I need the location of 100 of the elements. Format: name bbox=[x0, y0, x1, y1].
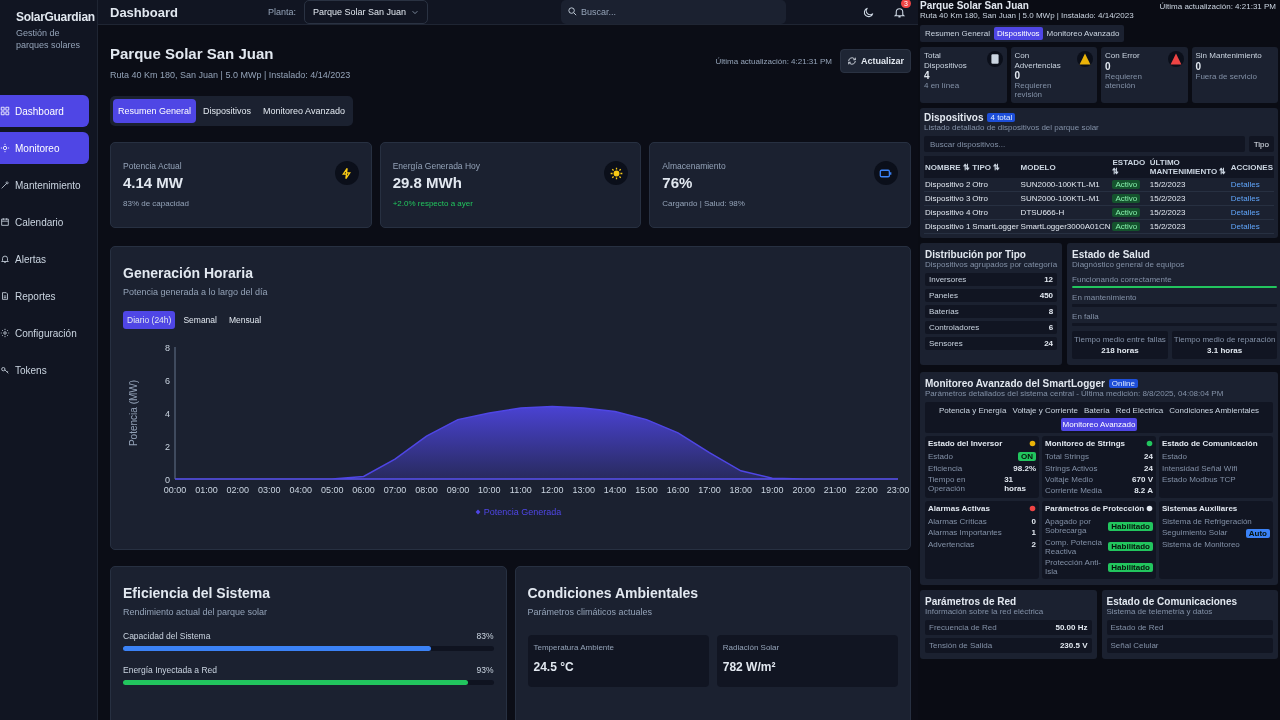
panel-title: Estado de Comunicación bbox=[1162, 439, 1258, 449]
period-tab[interactable]: Semanal bbox=[179, 311, 221, 329]
axis-tick: 14:00 bbox=[603, 485, 627, 495]
status-badge: Activo bbox=[1112, 208, 1141, 218]
card-subtitle: Potencia generada a lo largo del día bbox=[123, 287, 269, 297]
category-label: Baterías bbox=[929, 306, 959, 317]
tab[interactable]: Dispositivos bbox=[993, 27, 1043, 41]
axis-tick: 15:00 bbox=[635, 485, 658, 495]
tab[interactable]: Condiciones Ambientales bbox=[1167, 404, 1262, 418]
axis-title: Potencia (MW) bbox=[128, 379, 139, 447]
sidebar-item[interactable]: Monitoreo bbox=[0, 132, 89, 164]
details-link[interactable]: Detalles bbox=[1230, 194, 1260, 204]
bell-icon[interactable] bbox=[893, 5, 906, 19]
card-title: Dispositivos bbox=[924, 112, 984, 124]
metric-label: Estado bbox=[928, 452, 953, 462]
table-cell: SmartLogger3000A01CN bbox=[1019, 219, 1112, 234]
tab[interactable]: Red Eléctrica bbox=[1113, 404, 1166, 418]
metric-label: Advertencias bbox=[928, 539, 975, 549]
table-cell: Dispositivo 3 bbox=[924, 191, 972, 206]
kpi-label: Almacenamiento bbox=[662, 161, 727, 171]
card-title: Estado de Salud bbox=[1072, 249, 1151, 261]
status-badge: Auto bbox=[1245, 528, 1270, 538]
axis-tick: 22:00 bbox=[855, 485, 878, 495]
metric-value: 670 V bbox=[1132, 474, 1153, 484]
chevron-icon bbox=[411, 8, 420, 16]
search-field[interactable]: Buscar... bbox=[561, 0, 787, 24]
card-title: Distribución por Tipo bbox=[925, 249, 1027, 261]
card-title: Generación Horaria bbox=[123, 265, 254, 281]
details-link[interactable]: Detalles bbox=[1230, 180, 1260, 190]
card-subtitle: Parámetros climáticos actuales bbox=[527, 607, 654, 617]
axis-tick: 0 bbox=[165, 475, 170, 485]
nav-icon bbox=[0, 328, 10, 338]
table-cell: Dispositivo 4 bbox=[924, 205, 972, 220]
tab[interactable]: Dispositivos bbox=[198, 99, 257, 123]
table-cell: DTSU666-H bbox=[1019, 205, 1112, 220]
period-tab[interactable]: Mensual bbox=[224, 311, 266, 329]
tab[interactable]: Monitoreo Avanzado bbox=[1043, 27, 1123, 41]
column-header: ESTADO ⇅ bbox=[1111, 156, 1149, 179]
axis-tick: 17:00 bbox=[698, 485, 721, 495]
stat-value: 0 bbox=[1105, 60, 1112, 72]
sidebar-item[interactable]: Alertas bbox=[0, 243, 89, 275]
moon-icon[interactable] bbox=[862, 5, 875, 19]
status-badge: Habilitado bbox=[1108, 542, 1153, 552]
tab[interactable]: Monitoreo Avanzado bbox=[1060, 418, 1138, 432]
tab[interactable]: Voltaje y Corriente bbox=[1010, 404, 1080, 418]
axis-tick: 03:00 bbox=[258, 485, 281, 495]
category-count: 12 bbox=[1044, 274, 1054, 284]
stat-note: Requieren atención bbox=[1105, 71, 1143, 90]
sidebar-item[interactable]: Dashboard bbox=[0, 95, 89, 127]
details-link[interactable]: Detalles bbox=[1230, 222, 1260, 232]
tab[interactable]: Batería bbox=[1081, 404, 1112, 418]
tab[interactable]: Monitoreo Avanzado bbox=[258, 99, 350, 123]
axis-tick: 16:00 bbox=[666, 485, 690, 495]
sidebar-item[interactable]: Calendario bbox=[0, 206, 89, 238]
table-cell: Dispositivo 2 bbox=[924, 178, 972, 192]
metric-label: Estado Modbus TCP bbox=[1162, 474, 1236, 484]
period-tab[interactable]: Diario (24h) bbox=[123, 311, 176, 329]
stat-label: Sin Mantenimiento bbox=[1195, 51, 1262, 61]
metric-value: 24 bbox=[1144, 452, 1153, 462]
metric-label: Apagado por Sobrecarga bbox=[1045, 517, 1092, 536]
metric-reading: 93% bbox=[476, 665, 494, 675]
health-label: En falla bbox=[1072, 311, 1100, 322]
column-header: ÚLTIMO MANTENIMIENTO ⇅ bbox=[1148, 156, 1230, 179]
info-label: Tensión de Salida bbox=[929, 640, 993, 650]
brand-tagline: Gestión de parques solares bbox=[16, 27, 82, 51]
panel-title: Alarmas Activas bbox=[928, 504, 990, 514]
axis-tick: 23:00 bbox=[886, 485, 910, 495]
stat-note: Fuera de servicio bbox=[1195, 71, 1258, 81]
category-label: Paneles bbox=[929, 290, 958, 300]
stat-label: Con Advertencias bbox=[1014, 51, 1062, 70]
axis-tick: 00:00 bbox=[163, 485, 187, 495]
search-field[interactable]: Buscar dispositivos... bbox=[924, 136, 1245, 153]
reading-label: Radiación Solar bbox=[722, 643, 781, 652]
column-header: TIPO ⇅ bbox=[971, 156, 1020, 179]
refresh-button[interactable]: Actualizar bbox=[840, 49, 911, 73]
sidebar-item[interactable]: Mantenimiento bbox=[0, 169, 89, 201]
sidebar-item[interactable]: Configuración bbox=[0, 317, 89, 349]
axis-tick: 4 bbox=[165, 409, 170, 419]
tab[interactable]: Potencia y Energía bbox=[936, 404, 1009, 418]
kpi-note: 83% de capacidad bbox=[123, 199, 189, 208]
kpi-value: 76% bbox=[662, 174, 694, 191]
plant-label: Planta: bbox=[268, 7, 297, 17]
card-title: Estado de Comunicaciones bbox=[1106, 596, 1239, 608]
metric-label: Comp. Potencia Reactiva bbox=[1045, 537, 1103, 556]
tab[interactable]: Resumen General bbox=[113, 99, 197, 123]
sidebar-item[interactable]: Tokens bbox=[0, 354, 89, 386]
stat-label: Total Dispositivos bbox=[924, 51, 968, 70]
filter-button[interactable]: Tipo bbox=[1248, 136, 1274, 153]
details-link[interactable]: Detalles bbox=[1230, 208, 1260, 218]
kpi-value: 4.14 MW bbox=[123, 174, 184, 191]
park-subtitle: Ruta 40 Km 180, San Juan | 5.0 MWp | Instalado: 4/14/2023 bbox=[110, 70, 351, 80]
park-title: Parque Solar San Juan bbox=[920, 0, 1029, 11]
axis-tick: 13:00 bbox=[572, 485, 595, 495]
panel-title: Monitoreo de Strings bbox=[1045, 439, 1125, 449]
tab[interactable]: Resumen General bbox=[922, 27, 993, 41]
nav-icon bbox=[0, 143, 10, 153]
stat-note: Requieren revisión bbox=[1014, 80, 1053, 100]
plant-select[interactable]: Parque Solar San Juan bbox=[304, 0, 429, 24]
nav-icon bbox=[0, 217, 10, 227]
sidebar-item[interactable]: Reportes bbox=[0, 280, 89, 312]
